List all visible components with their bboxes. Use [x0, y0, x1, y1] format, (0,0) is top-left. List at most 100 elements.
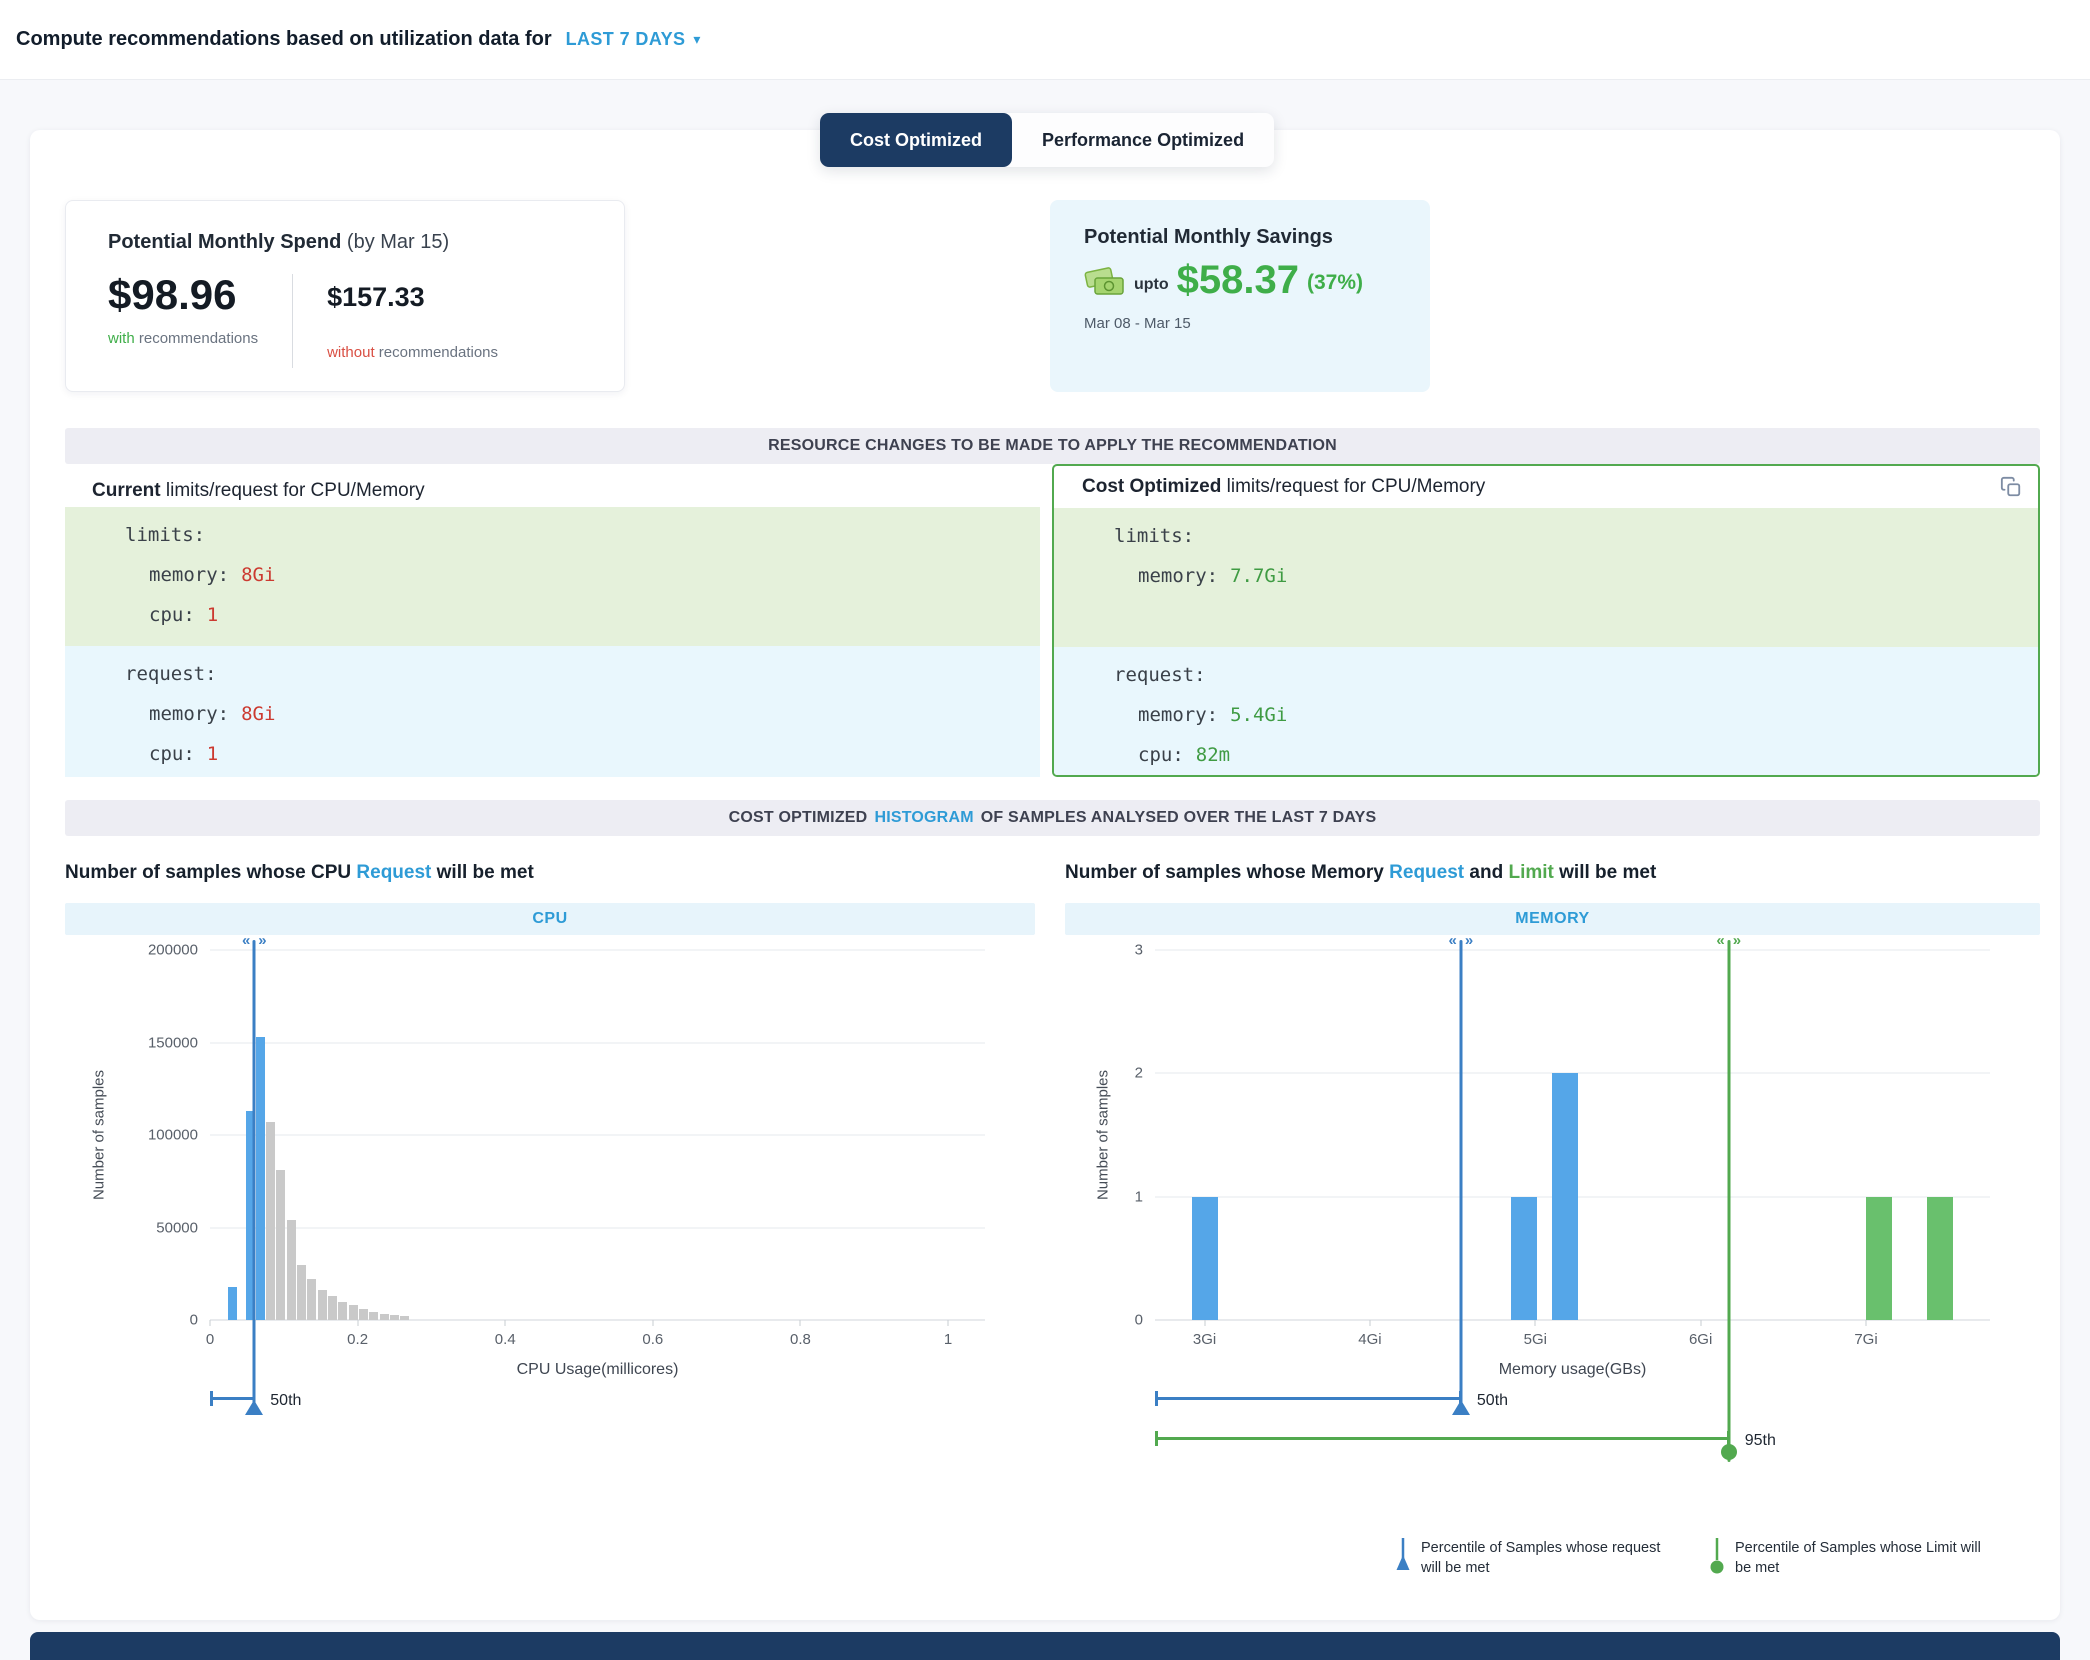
x-tick-label: 6Gi [1689, 1331, 1712, 1348]
page-header: Compute recommendations based on utiliza… [0, 0, 2090, 80]
memory-y-axis-label: Number of samples [1095, 1070, 1112, 1200]
histogram-bar [318, 1290, 327, 1320]
cpu-histogram: Number of samples 0500001000001500002000… [65, 937, 1035, 1507]
histogram-bar [256, 1037, 265, 1320]
tab-performance-optimized[interactable]: Performance Optimized [1012, 113, 1274, 167]
x-tick-label: 5Gi [1524, 1331, 1547, 1348]
x-tick-mark [1535, 1320, 1536, 1326]
spend-with-value: $98.96 [108, 274, 258, 316]
memory-histogram: Number of samples 01233Gi4Gi5Gi6Gi7Gi«»«… [1065, 937, 2040, 1507]
code-line: limits: [1114, 516, 2038, 556]
code-line: cpu:1 [125, 734, 1040, 774]
y-tick-label: 150000 [148, 1034, 198, 1051]
gridline [210, 950, 985, 951]
x-tick-mark [800, 1320, 801, 1326]
x-tick-mark [505, 1320, 506, 1326]
savings-card-title: Potential Monthly Savings [1084, 226, 1396, 249]
percentile-ref-line[interactable] [253, 940, 256, 1412]
percentile-slider[interactable] [1155, 1397, 1461, 1400]
limit-percentile-icon [1709, 1538, 1725, 1581]
legend-item-request: Percentile of Samples whose request will… [1395, 1538, 1675, 1581]
code-line: limits: [125, 515, 1040, 555]
x-tick-label: 0.8 [790, 1331, 811, 1348]
percentile-slider[interactable] [1155, 1437, 1729, 1440]
drag-handle-icon[interactable]: «» [242, 933, 267, 948]
y-tick-label: 3 [1135, 942, 1143, 959]
cpu-y-axis-label: Number of samples [91, 1070, 108, 1200]
money-icon [1084, 263, 1126, 299]
histogram-bar [1192, 1197, 1218, 1320]
spend-card-title: Potential Monthly Spend (by Mar 15) [108, 231, 582, 254]
optimized-column-title: Cost Optimized limits/request for CPU/Me… [1082, 476, 1485, 498]
histogram-bar [1511, 1197, 1537, 1320]
percentile-ref-line[interactable] [1459, 940, 1462, 1412]
x-tick-label: 0.6 [642, 1331, 663, 1348]
histogram-bar [276, 1170, 285, 1320]
percentile-ref-line[interactable] [1727, 940, 1730, 1462]
resource-changes-header: RESOURCE CHANGES TO BE MADE TO APPLY THE… [65, 428, 2040, 464]
x-tick-label: 4Gi [1358, 1331, 1381, 1348]
drag-handle-icon[interactable]: «» [1716, 933, 1741, 948]
savings-date-range: Mar 08 - Mar 15 [1084, 315, 1396, 332]
x-tick-label: 3Gi [1193, 1331, 1216, 1348]
current-request-block: request: memory:8Gi cpu:1 [65, 646, 1040, 777]
memory-chart-title: MEMORY [1065, 903, 2040, 935]
gridline [1155, 950, 1990, 951]
code-line: memory:8Gi [125, 555, 1040, 595]
spend-with-recommendations: $98.96 with recommendations [108, 274, 258, 368]
percentile-label: 50th [270, 1392, 301, 1410]
spend-without-recommendations: $157.33 without recommendations [327, 274, 498, 368]
percentile-label: 95th [1745, 1432, 1776, 1450]
memory-plot-area[interactable]: 01233Gi4Gi5Gi6Gi7Gi«»«»50th95th [1155, 950, 1990, 1320]
y-tick-label: 50000 [156, 1219, 198, 1236]
tab-cost-optimized[interactable]: Cost Optimized [820, 113, 1012, 167]
histogram-bar [369, 1312, 378, 1320]
optimized-request-block: request: memory:5.4Gi cpu:82m [1054, 647, 2038, 775]
histogram-bar [228, 1287, 237, 1320]
spend-without-value: $157.33 [327, 284, 498, 311]
cpu-plot-area[interactable]: 05000010000015000020000000.20.40.60.81«»… [210, 950, 985, 1320]
histogram-bar [328, 1296, 337, 1320]
copy-icon[interactable] [2000, 476, 2022, 498]
memory-chart-caption: Number of samples whose Memory Request a… [1065, 862, 1656, 884]
savings-value-row: upto $58.37 (37%) [1084, 261, 1396, 299]
legend-item-limit: Percentile of Samples whose Limit will b… [1709, 1538, 1989, 1581]
histogram-bar [349, 1305, 358, 1320]
histogram-bar [297, 1265, 306, 1321]
x-tick-mark [948, 1320, 949, 1326]
next-section-bar [30, 1632, 2060, 1660]
y-tick-label: 0 [1135, 1312, 1143, 1329]
x-tick-label: 7Gi [1854, 1331, 1877, 1348]
x-tick-mark [1204, 1320, 1205, 1326]
y-tick-label: 200000 [148, 942, 198, 959]
period-dropdown-label: LAST 7 DAYS [566, 29, 686, 50]
drag-handle-icon[interactable]: «» [1449, 933, 1474, 948]
code-line: memory:8Gi [125, 694, 1040, 734]
percentile-label: 50th [1477, 1392, 1508, 1410]
savings-percent: (37%) [1307, 271, 1363, 299]
histogram-bar [1927, 1197, 1953, 1320]
histogram-link[interactable]: HISTOGRAM [874, 809, 973, 827]
view-tabs: Cost Optimized Performance Optimized [820, 113, 1274, 167]
x-tick-mark [210, 1320, 211, 1326]
y-tick-label: 100000 [148, 1127, 198, 1144]
cpu-x-axis-label: CPU Usage(millicores) [210, 1361, 985, 1379]
memory-x-axis-label: Memory usage(GBs) [1155, 1361, 1990, 1379]
code-line: cpu:82m [1114, 735, 2038, 775]
x-tick-mark [1700, 1320, 1701, 1326]
period-dropdown[interactable]: LAST 7 DAYS ▾ [566, 29, 701, 50]
histogram-bar [400, 1316, 409, 1320]
savings-upto: upto [1134, 276, 1169, 299]
code-line: cpu:1 [125, 595, 1040, 635]
histogram-bar [1866, 1197, 1892, 1320]
histogram-bar [380, 1314, 389, 1320]
current-limits-block: limits: memory:8Gi cpu:1 [65, 507, 1040, 646]
chevron-down-icon: ▾ [693, 31, 700, 48]
percentile-slider[interactable] [210, 1397, 254, 1400]
code-line: request: [1114, 655, 2038, 695]
divider [292, 274, 293, 368]
spend-values: $98.96 with recommendations $157.33 with… [108, 274, 582, 368]
code-line: request: [125, 654, 1040, 694]
histogram-bar [1552, 1073, 1578, 1320]
potential-monthly-spend-card: Potential Monthly Spend (by Mar 15) $98.… [65, 200, 625, 392]
